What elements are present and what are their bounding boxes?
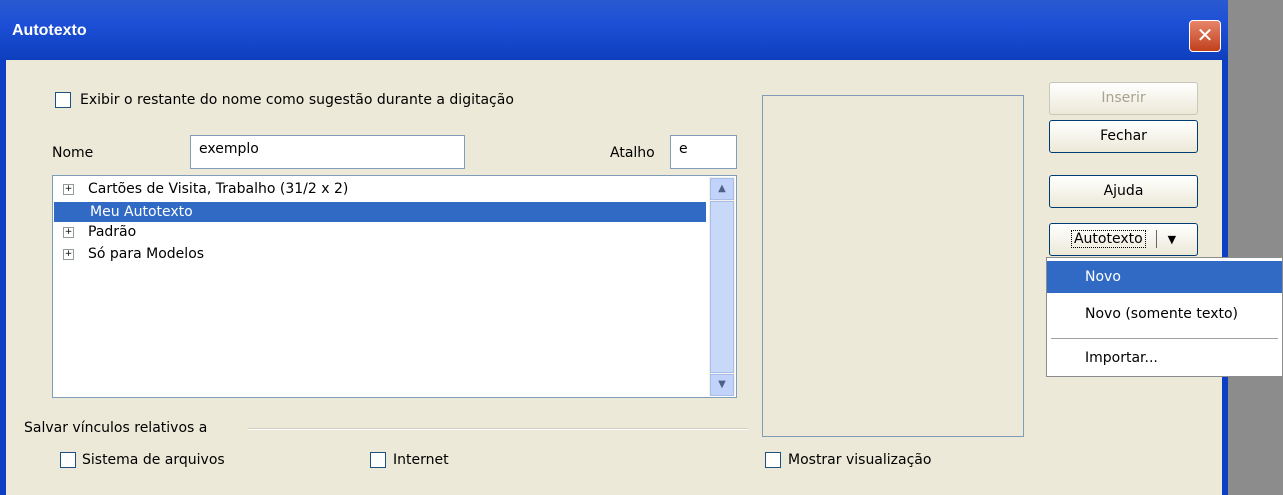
group-divider — [248, 428, 748, 430]
help-button[interactable]: Ajuda — [1049, 175, 1198, 208]
triangle-down-icon: ▼ — [1167, 233, 1177, 246]
shortcut-label: Atalho — [610, 145, 655, 161]
menu-separator — [1051, 338, 1278, 339]
scroll-up-button[interactable]: ▲ — [710, 178, 734, 200]
plus-icon[interactable]: + — [63, 248, 74, 260]
internet-checkbox[interactable] — [370, 452, 386, 468]
split-divider — [1156, 230, 1158, 248]
background-area — [1228, 0, 1283, 495]
close-icon: ✕ — [1196, 23, 1214, 47]
tree-item-label: Padrão — [88, 224, 137, 240]
menu-item-new-text-only[interactable]: Novo (somente texto) — [1047, 298, 1282, 330]
autotext-dropdown-menu: Novo Novo (somente texto) Importar... — [1046, 257, 1283, 377]
tree-item[interactable]: + Padrão — [63, 222, 136, 242]
tree-item-label: Cartões de Visita, Trabalho (31/2 x 2) — [88, 181, 349, 197]
plus-icon[interactable]: + — [63, 183, 74, 195]
autotext-button-label: Autotexto — [1070, 230, 1146, 248]
tree-item[interactable]: + Só para Modelos — [63, 244, 204, 264]
close-button[interactable]: Fechar — [1049, 120, 1198, 153]
internet-label: Internet — [393, 452, 449, 468]
show-suggestion-checkbox[interactable] — [55, 92, 71, 108]
chevron-up-icon: ▲ — [718, 183, 726, 194]
insert-button[interactable]: Inserir — [1049, 82, 1198, 115]
show-preview-checkbox[interactable] — [765, 452, 781, 468]
tree-item[interactable]: + Cartões de Visita, Trabalho (31/2 x 2) — [63, 179, 348, 199]
tree-item-label: Meu Autotexto — [90, 204, 193, 220]
plus-icon[interactable]: + — [63, 226, 74, 238]
scroll-down-button[interactable]: ▼ — [710, 374, 734, 396]
tree-item-selected[interactable]: Meu Autotexto — [90, 202, 193, 222]
show-preview-label: Mostrar visualização — [788, 452, 932, 468]
menu-item-import[interactable]: Importar... — [1047, 342, 1282, 374]
tree-item-label: Só para Modelos — [88, 246, 205, 262]
autotext-menu-button[interactable]: Autotexto ▼ — [1049, 223, 1198, 256]
show-suggestion-label: Exibir o restante do nome como sugestão … — [80, 92, 514, 108]
filesystem-checkbox[interactable] — [60, 452, 76, 468]
chevron-down-icon: ▼ — [718, 379, 726, 390]
window-frame-left — [0, 60, 6, 495]
autotext-tree[interactable]: + Cartões de Visita, Trabalho (31/2 x 2) … — [52, 175, 737, 398]
close-window-button[interactable]: ✕ — [1189, 20, 1221, 52]
name-input[interactable]: exemplo — [190, 135, 465, 169]
title-bar: Autotexto ✕ — [0, 0, 1228, 60]
menu-item-new[interactable]: Novo — [1047, 261, 1282, 293]
name-label: Nome — [52, 145, 94, 161]
preview-pane — [762, 95, 1024, 437]
filesystem-label: Sistema de arquivos — [82, 452, 225, 468]
vertical-scrollbar[interactable]: ▲ ▼ — [709, 177, 735, 396]
shortcut-input[interactable]: e — [670, 135, 737, 169]
save-links-legend: Salvar vínculos relativos a — [24, 420, 208, 436]
scroll-thumb[interactable] — [710, 201, 734, 373]
window-title: Autotexto — [12, 22, 87, 39]
